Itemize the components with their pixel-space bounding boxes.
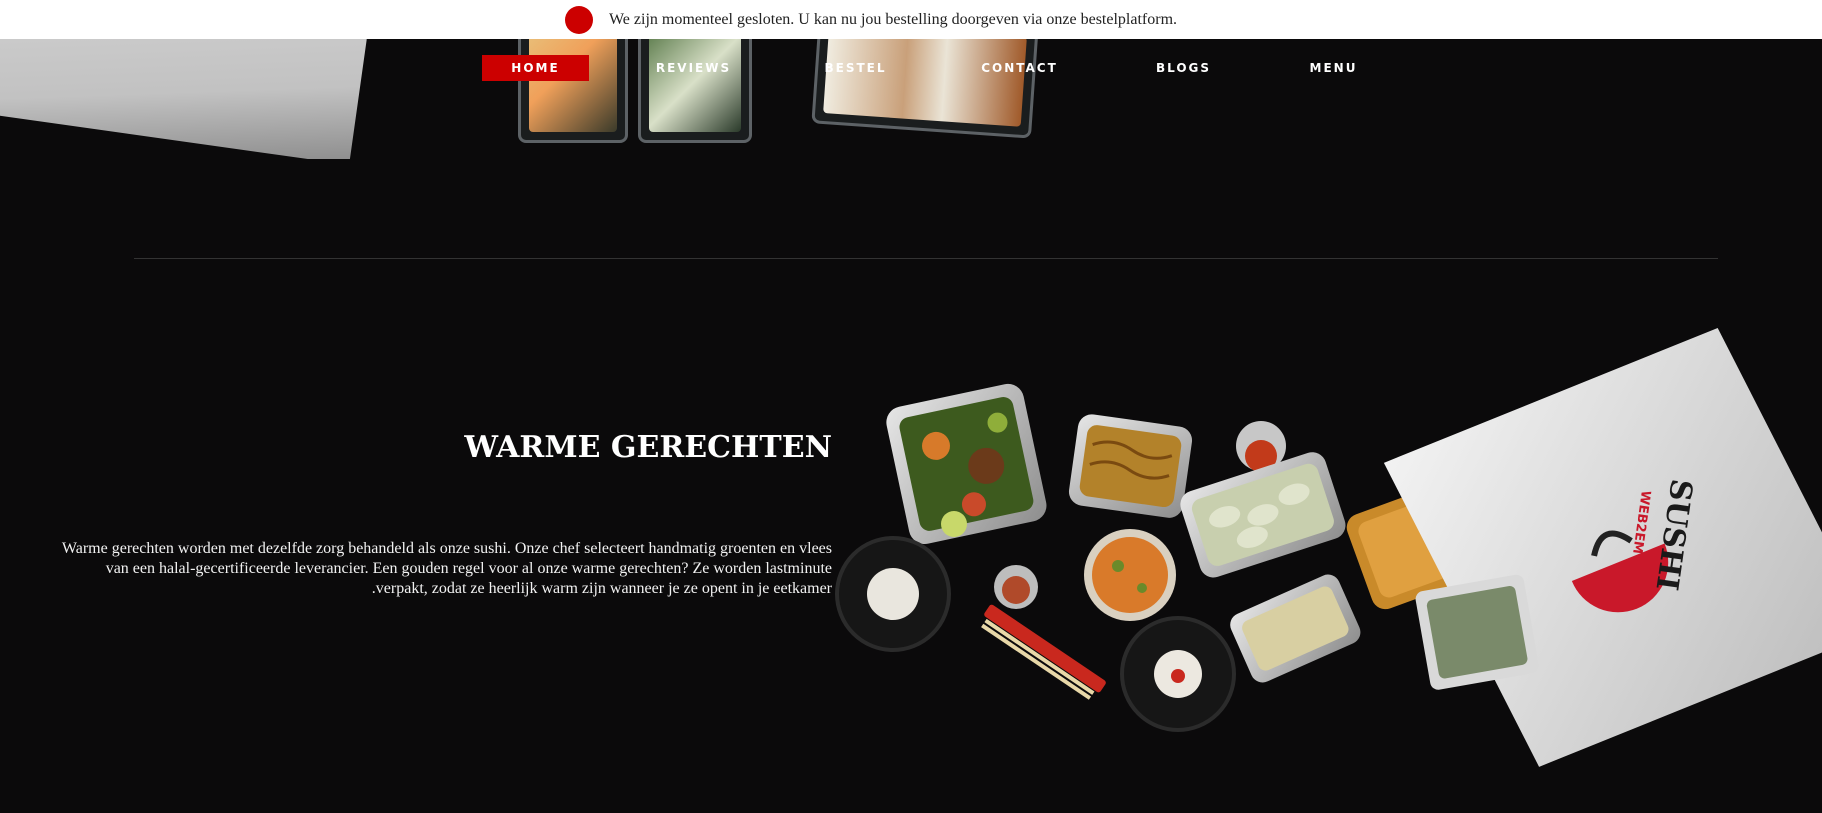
sushi-bag [1383,327,1822,767]
noodle-tray [1068,414,1193,518]
nav-menu[interactable]: MENU [1280,55,1387,81]
fried-rice-tray [1230,574,1361,683]
soup-bowl [1084,529,1176,621]
black-bowl [835,536,951,652]
nav-bestel[interactable]: BESTEL [802,55,909,81]
nav-contact[interactable]: CONTACT [966,55,1073,81]
sauce-cup [1236,421,1286,471]
salad-tray [886,383,1047,545]
nav-home[interactable]: HOME [482,55,589,81]
black-bowl [1120,616,1236,732]
bag-tagline-text: WEB2EM [1629,489,1653,554]
sushi-platter-image [811,39,1039,139]
section-title: WARME GERECHTEN [464,430,832,465]
nav-blogs[interactable]: BLOGS [1130,55,1237,81]
curry-tray [1346,482,1484,610]
status-dot-icon [564,5,593,34]
closed-notice-bar: We zijn momenteel gesloten. U kan nu jou… [0,0,1822,39]
chopsticks [981,604,1106,700]
section-description: Warme gerechten worden met dezelfde zorg… [61,540,832,597]
nav-reviews[interactable]: REVIEWS [640,55,747,81]
section-divider [134,258,1718,259]
dumpling-tray [1180,452,1346,578]
bag-brand-text: SUSHI [1649,477,1699,593]
lime-slice [941,511,967,537]
sauce-cup [994,565,1038,609]
closed-notice-text: We zijn momenteel gesloten. U kan nu jou… [608,10,1178,28]
main-nav: HOME REVIEWS BESTEL CONTACT BLOGS MENU [0,55,1822,81]
